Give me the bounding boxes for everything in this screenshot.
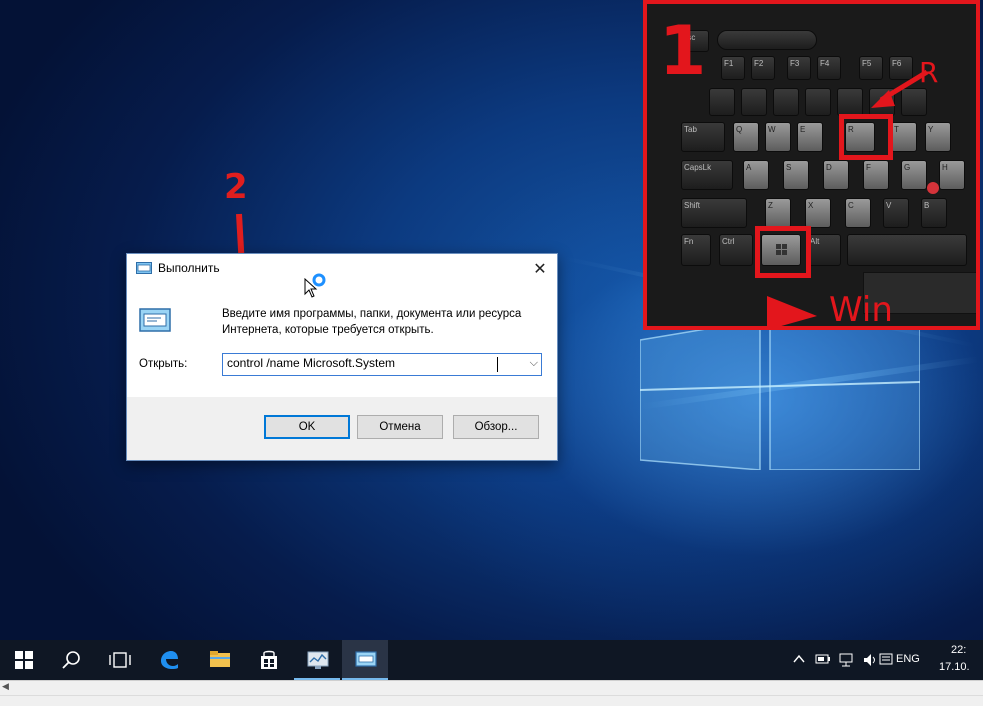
volume-icon[interactable] bbox=[863, 653, 877, 670]
key-b: B bbox=[921, 198, 947, 228]
file-explorer-icon bbox=[210, 651, 230, 667]
key-c: C bbox=[845, 198, 871, 228]
network-icon[interactable] bbox=[839, 653, 855, 670]
key-shift: Shift bbox=[681, 198, 747, 228]
task-view-icon bbox=[109, 652, 131, 668]
dialog-title: Выполнить bbox=[158, 261, 220, 275]
edge-button[interactable] bbox=[146, 640, 192, 680]
clock-date[interactable]: 17.10. bbox=[939, 661, 970, 673]
key-z: Z bbox=[765, 198, 791, 228]
key-y: Y bbox=[925, 122, 951, 152]
store-icon bbox=[261, 650, 277, 669]
key-ctrl: Ctrl bbox=[719, 234, 753, 266]
battery-icon[interactable] bbox=[815, 653, 831, 668]
run-taskbar-button[interactable] bbox=[342, 640, 388, 680]
arrow-to-r-icon bbox=[871, 69, 929, 108]
key-num bbox=[805, 88, 831, 116]
dialog-body: Введите имя программы, папки, документа … bbox=[127, 284, 557, 397]
file-explorer-button[interactable] bbox=[196, 640, 242, 680]
busy-spinner-icon bbox=[312, 273, 326, 287]
run-app-icon bbox=[355, 651, 377, 667]
step-2-label: 2 bbox=[224, 167, 248, 207]
clock-time[interactable]: 22: bbox=[951, 644, 966, 656]
keyboard-photo: Esc F1 F2 F3 F4 F5 F6 Tab Q W E R T Y Ca… bbox=[643, 0, 980, 330]
open-combobox[interactable]: control /name Microsoft.System ⌵ bbox=[222, 353, 542, 376]
run-icon bbox=[139, 308, 171, 332]
system-tray: ENG 22: 17.10. bbox=[783, 640, 983, 680]
open-label: Открыть: bbox=[139, 358, 188, 370]
step-1-label: 1 bbox=[659, 12, 707, 91]
key-f4: F4 bbox=[817, 56, 841, 80]
taskbar: ENG 22: 17.10. bbox=[0, 640, 983, 680]
run-app-icon bbox=[136, 262, 152, 274]
key-num bbox=[741, 88, 767, 116]
windows-hero-logo bbox=[640, 320, 920, 470]
dialog-titlebar[interactable]: Выполнить ✕ bbox=[127, 254, 557, 284]
key-num bbox=[837, 88, 863, 116]
key-f: F bbox=[863, 160, 889, 190]
edge-icon bbox=[161, 651, 178, 669]
key-space bbox=[847, 234, 967, 266]
win-key-annotation: Win bbox=[829, 290, 893, 330]
system-monitor-icon bbox=[307, 651, 329, 669]
ok-button[interactable]: OK bbox=[264, 415, 350, 439]
windows-start-icon bbox=[15, 651, 33, 669]
key-g: G bbox=[901, 160, 927, 190]
close-icon[interactable]: ✕ bbox=[523, 254, 557, 284]
arrow-to-win-icon bbox=[767, 296, 817, 326]
r-key-highlight bbox=[839, 114, 893, 160]
key-f2: F2 bbox=[751, 56, 775, 80]
start-button[interactable] bbox=[0, 640, 46, 680]
key-num bbox=[773, 88, 799, 116]
store-button[interactable] bbox=[246, 640, 292, 680]
key-t: T bbox=[891, 122, 917, 152]
open-input[interactable]: control /name Microsoft.System bbox=[227, 356, 395, 370]
key-e: E bbox=[797, 122, 823, 152]
browse-button[interactable]: Обзор... bbox=[453, 415, 539, 439]
search-button[interactable] bbox=[48, 640, 94, 680]
host-horizontal-scrollbar[interactable]: ◀ bbox=[0, 680, 983, 695]
system-monitor-button[interactable] bbox=[294, 640, 340, 680]
key-fn: Fn bbox=[681, 234, 711, 266]
key-v: V bbox=[883, 198, 909, 228]
chevron-down-icon[interactable]: ⌵ bbox=[530, 356, 538, 370]
key-round bbox=[717, 30, 817, 50]
dialog-description: Введите имя программы, папки, документа … bbox=[222, 308, 522, 336]
language-indicator[interactable]: ENG bbox=[896, 653, 920, 665]
trackpoint bbox=[927, 182, 939, 194]
win-key-highlight bbox=[755, 226, 811, 278]
key-d: D bbox=[823, 160, 849, 190]
text-caret bbox=[497, 357, 498, 372]
action-center-icon[interactable] bbox=[879, 653, 893, 670]
key-s: S bbox=[783, 160, 809, 190]
scroll-left-icon[interactable]: ◀ bbox=[2, 682, 9, 692]
run-dialog[interactable]: Выполнить ✕ Введите имя программы, папки… bbox=[126, 253, 558, 461]
key-capslock: CapsLk bbox=[681, 160, 733, 190]
key-tab: Tab bbox=[681, 122, 725, 152]
key-f3: F3 bbox=[787, 56, 811, 80]
cancel-button[interactable]: Отмена bbox=[357, 415, 443, 439]
key-h: H bbox=[939, 160, 965, 190]
task-view-button[interactable] bbox=[96, 640, 142, 680]
key-x: X bbox=[805, 198, 831, 228]
host-statusbar bbox=[0, 695, 983, 706]
key-w: W bbox=[765, 122, 791, 152]
key-q: Q bbox=[733, 122, 759, 152]
key-num bbox=[709, 88, 735, 116]
key-a: A bbox=[743, 160, 769, 190]
key-alt: Alt bbox=[807, 234, 841, 266]
search-icon bbox=[62, 651, 80, 669]
chevron-up-icon[interactable] bbox=[793, 653, 805, 668]
key-f1: F1 bbox=[721, 56, 745, 80]
